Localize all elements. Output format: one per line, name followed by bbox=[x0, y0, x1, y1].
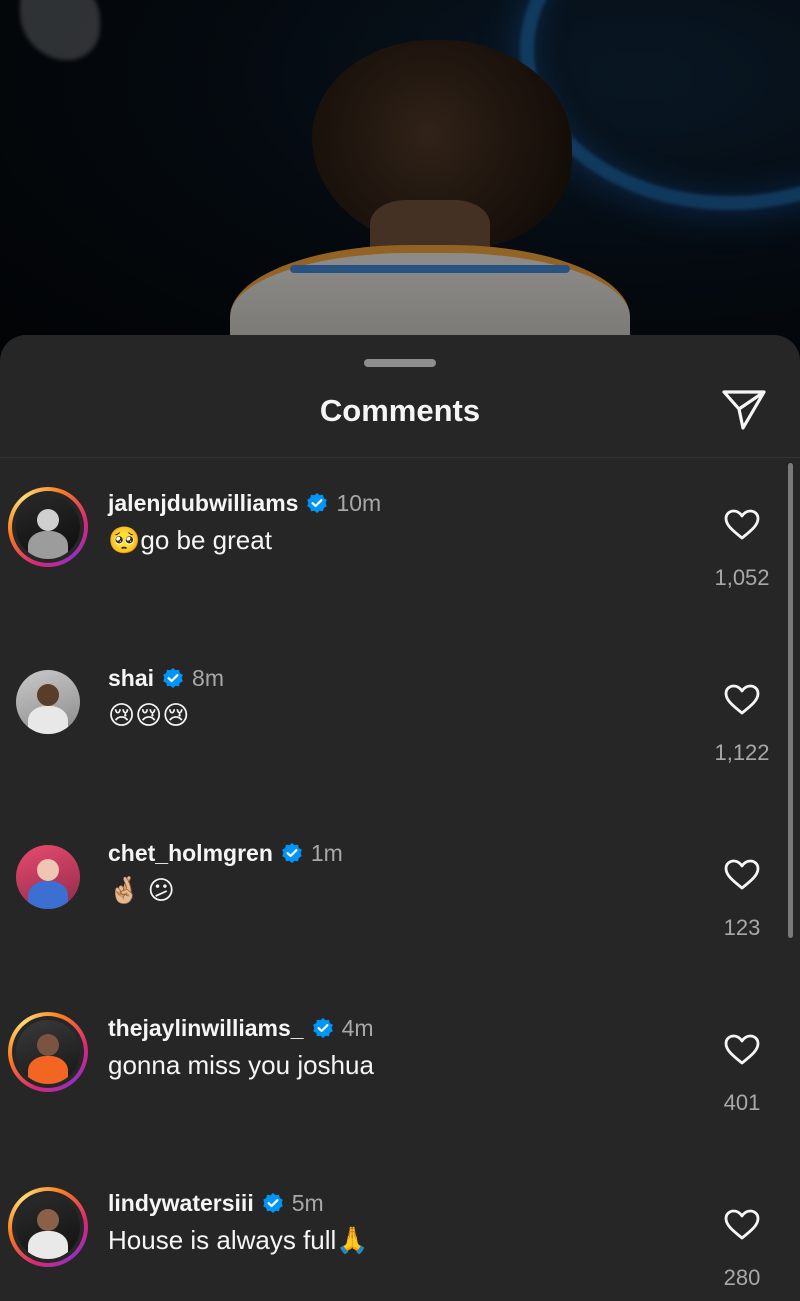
avatar-wrapper[interactable] bbox=[8, 837, 88, 917]
heart-outline-icon bbox=[724, 1034, 760, 1065]
comment-timestamp: 4m bbox=[341, 1014, 374, 1041]
post-background-photo bbox=[0, 0, 800, 380]
like-count: 123 bbox=[723, 915, 761, 940]
like-group: 1,052 bbox=[708, 501, 776, 591]
heart-outline-icon bbox=[724, 684, 760, 715]
verified-badge-icon bbox=[312, 1018, 333, 1038]
verified-badge-icon bbox=[307, 493, 328, 513]
paper-plane-icon bbox=[722, 390, 766, 430]
avatar-story-ring[interactable] bbox=[8, 1012, 88, 1092]
comment-text: 🤞🏼 😕 bbox=[108, 875, 175, 905]
avatar bbox=[16, 670, 80, 734]
like-count: 1,052 bbox=[714, 565, 770, 590]
like-button[interactable] bbox=[708, 1201, 776, 1249]
like-group: 123 bbox=[708, 851, 776, 941]
like-group: 401 bbox=[708, 1026, 776, 1116]
comment-timestamp: 1m bbox=[310, 839, 343, 866]
sheet-drag-handle[interactable] bbox=[364, 359, 436, 367]
comment-text: House is always full🙏 bbox=[108, 1225, 369, 1255]
comment-text: gonna miss you joshua bbox=[108, 1050, 374, 1080]
comments-sheet: Comments jalenjdubwilliams 10m 🥺go be gr… bbox=[0, 335, 800, 1301]
comment-item: thejaylinwilliams_ 4m gonna miss you jos… bbox=[0, 1012, 800, 1187]
comment-text: 🥺go be great bbox=[108, 525, 272, 555]
verified-badge-icon bbox=[163, 668, 183, 688]
comment-username[interactable]: thejaylinwilliams_ bbox=[108, 1015, 304, 1042]
avatar-wrapper[interactable] bbox=[8, 662, 88, 742]
like-button[interactable] bbox=[708, 1026, 776, 1074]
like-count: 280 bbox=[723, 1265, 761, 1290]
comment-item: jalenjdubwilliams 10m 🥺go be great 1,052 bbox=[0, 487, 800, 662]
comment-item: chet_holmgren 1m 🤞🏼 😕 123 bbox=[0, 837, 800, 1012]
comment-timestamp: 5m bbox=[291, 1189, 324, 1216]
sheet-title: Comments bbox=[319, 393, 481, 428]
verified-badge-icon bbox=[262, 1193, 283, 1213]
like-group: 1,122 bbox=[708, 676, 776, 766]
avatar-story-ring[interactable] bbox=[8, 487, 88, 567]
comment-username[interactable]: shai bbox=[108, 665, 154, 692]
comment-text: 😢😢😢 bbox=[108, 700, 190, 730]
like-group: 280 bbox=[708, 1201, 776, 1291]
like-button[interactable] bbox=[708, 851, 776, 899]
avatar bbox=[16, 495, 80, 559]
like-button[interactable] bbox=[708, 501, 776, 549]
comment-item: shai 8m 😢😢😢 1,122 bbox=[0, 662, 800, 837]
comment-username[interactable]: lindywatersiii bbox=[108, 1190, 254, 1217]
share-button[interactable] bbox=[718, 387, 770, 433]
avatar bbox=[16, 845, 80, 909]
heart-outline-icon bbox=[724, 1209, 760, 1240]
like-count: 1,122 bbox=[714, 740, 770, 765]
header-divider bbox=[0, 457, 800, 458]
heart-outline-icon bbox=[724, 859, 760, 890]
comment-username[interactable]: jalenjdubwilliams bbox=[108, 490, 298, 517]
avatar bbox=[16, 1195, 80, 1259]
verified-badge-icon bbox=[282, 843, 302, 863]
comment-username[interactable]: chet_holmgren bbox=[108, 840, 273, 867]
comment-timestamp: 10m bbox=[336, 489, 382, 516]
avatar bbox=[16, 1020, 80, 1084]
avatar-story-ring[interactable] bbox=[8, 1187, 88, 1267]
like-count: 401 bbox=[723, 1090, 761, 1115]
like-button[interactable] bbox=[708, 676, 776, 724]
comment-item: lindywatersiii 5m House is always full🙏 … bbox=[0, 1187, 800, 1301]
comment-timestamp: 8m bbox=[192, 664, 224, 691]
heart-outline-icon bbox=[724, 509, 760, 540]
